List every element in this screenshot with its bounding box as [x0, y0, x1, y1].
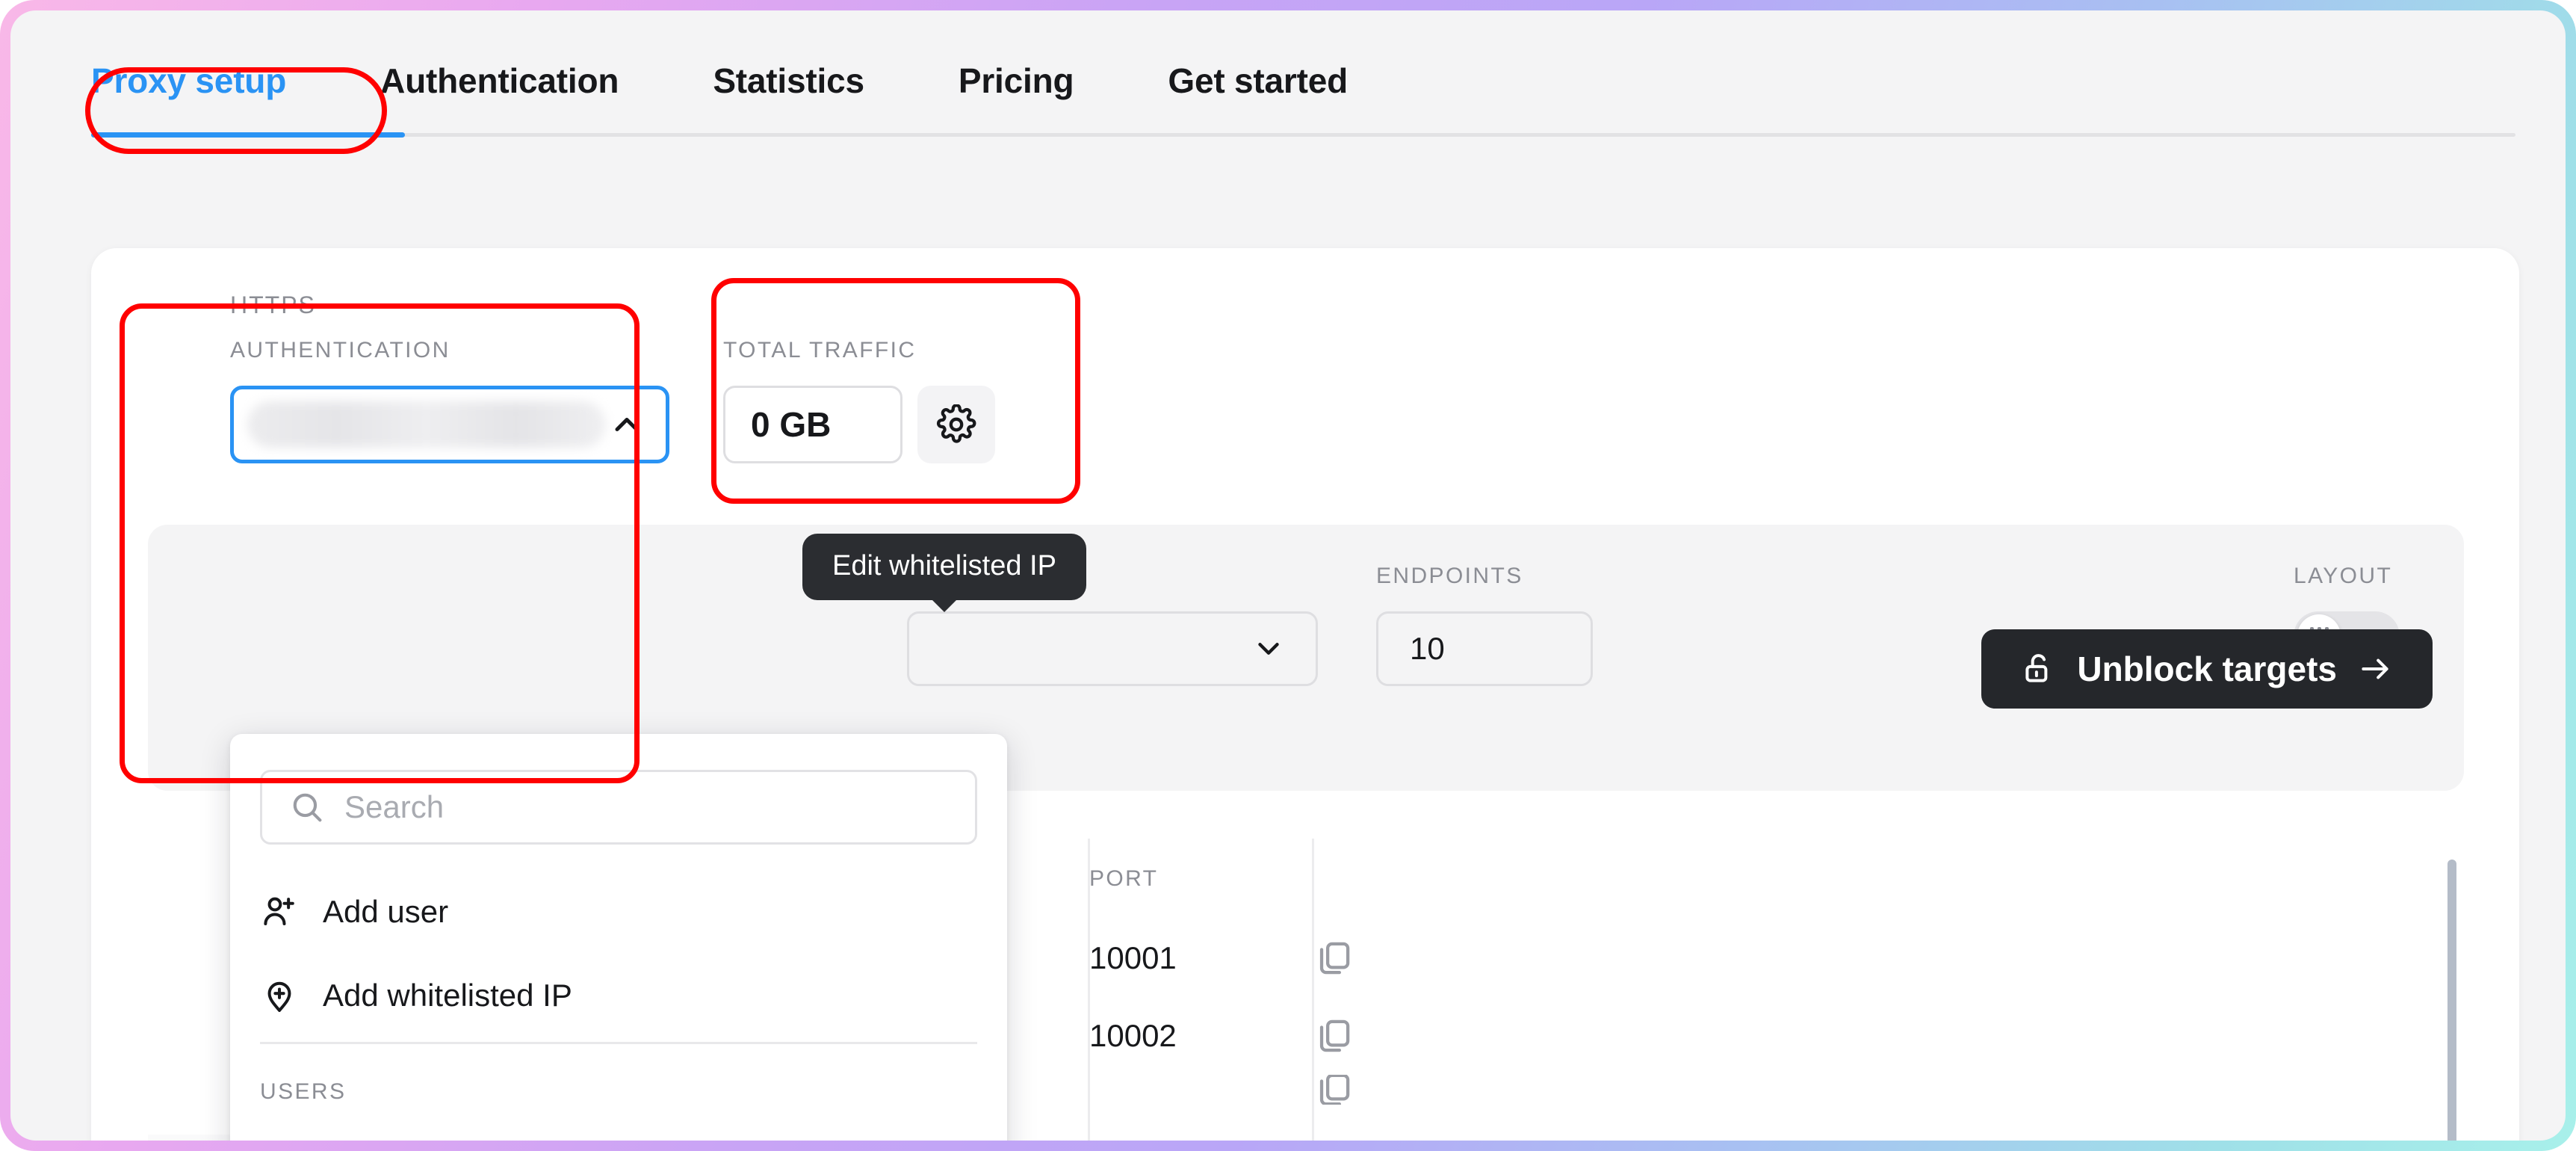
scrollbar-thumb[interactable]	[2447, 860, 2456, 1141]
app-gradient-frame: Proxy setup Authentication Statistics Pr…	[0, 0, 2576, 1151]
type-select[interactable]	[907, 611, 1318, 686]
authentication-value-redacted	[247, 401, 606, 448]
unblock-targets-label: Unblock targets	[2077, 649, 2337, 688]
user-plus-icon	[264, 897, 294, 926]
tab-pricing[interactable]: Pricing	[959, 58, 1074, 103]
total-traffic-input[interactable]: 0 GB	[723, 386, 902, 463]
authentication-select[interactable]	[230, 386, 669, 463]
vertical-scrollbar[interactable]	[2447, 860, 2456, 1141]
tab-statistics[interactable]: Statistics	[713, 58, 864, 103]
protocol-label: HTTPS	[230, 291, 316, 318]
search-icon	[293, 793, 322, 822]
authentication-field-group: AUTHENTICATION	[230, 338, 686, 463]
tooltip-edit-whitelisted-ip: Edit whitelisted IP	[802, 534, 1086, 600]
copy-column-header	[1313, 839, 1538, 919]
authentication-dropdown-menu: Search Add user Add whitelisted IP USERS	[230, 734, 1007, 1141]
menu-item-label: Add user	[323, 894, 449, 929]
gear-icon[interactable]	[917, 386, 995, 463]
copy-icon[interactable]	[1313, 919, 1538, 997]
pin-plus-icon	[267, 981, 291, 1012]
copy-column	[1313, 839, 1538, 1105]
arrow-right-icon	[2362, 658, 2388, 679]
total-traffic-label: TOTAL TRAFFIC	[723, 338, 917, 362]
list-item[interactable]: spd6uo4pjw	[260, 1124, 977, 1141]
chevron-up-icon	[606, 405, 648, 444]
search-input[interactable]: Search	[260, 770, 977, 845]
unlock-icon	[2025, 654, 2048, 682]
ports-table: PORT 10001 10002	[850, 839, 2468, 1141]
authentication-label: AUTHENTICATION	[230, 338, 451, 362]
tab-active-indicator	[91, 132, 405, 138]
copy-icon[interactable]	[1313, 997, 1538, 1075]
table-row: 10002	[1089, 1018, 1177, 1053]
tab-underline-track	[91, 133, 2515, 137]
menu-item-add-user[interactable]: Add user	[260, 876, 977, 948]
layout-label: LAYOUT	[2294, 564, 2393, 588]
table-row: 10001	[1089, 940, 1177, 975]
endpoints-input[interactable]: 10	[1376, 611, 1593, 686]
search-placeholder: Search	[344, 789, 445, 824]
chevron-down-icon	[1258, 643, 1279, 655]
port-column: PORT 10001 10002	[1089, 839, 1313, 1075]
menu-item-add-whitelisted-ip[interactable]: Add whitelisted IP	[260, 960, 977, 1031]
menu-item-label: Add whitelisted IP	[323, 978, 572, 1013]
tab-authentication[interactable]: Authentication	[380, 58, 619, 103]
tab-get-started[interactable]: Get started	[1168, 58, 1348, 103]
app-surface: Proxy setup Authentication Statistics Pr…	[10, 10, 2566, 1141]
unblock-targets-button[interactable]: Unblock targets	[1981, 629, 2433, 709]
copy-icon[interactable]	[1313, 1075, 1538, 1105]
endpoints-label: ENDPOINTS	[1376, 564, 1523, 588]
menu-divider	[260, 1042, 977, 1044]
tab-proxy-setup[interactable]: Proxy setup	[91, 58, 286, 103]
tab-bar: Proxy setup Authentication Statistics Pr…	[91, 58, 2519, 154]
users-group-heading: USERS	[260, 1079, 347, 1104]
total-traffic-group: TOTAL TRAFFIC 0 GB	[723, 338, 995, 463]
port-column-header: PORT	[1089, 866, 1159, 891]
proxy-setup-card: TYPE ENDPOINTS 10 LAYOUT	[91, 248, 2519, 1141]
endpoints-field-group: ENDPOINTS 10	[1376, 564, 1593, 686]
